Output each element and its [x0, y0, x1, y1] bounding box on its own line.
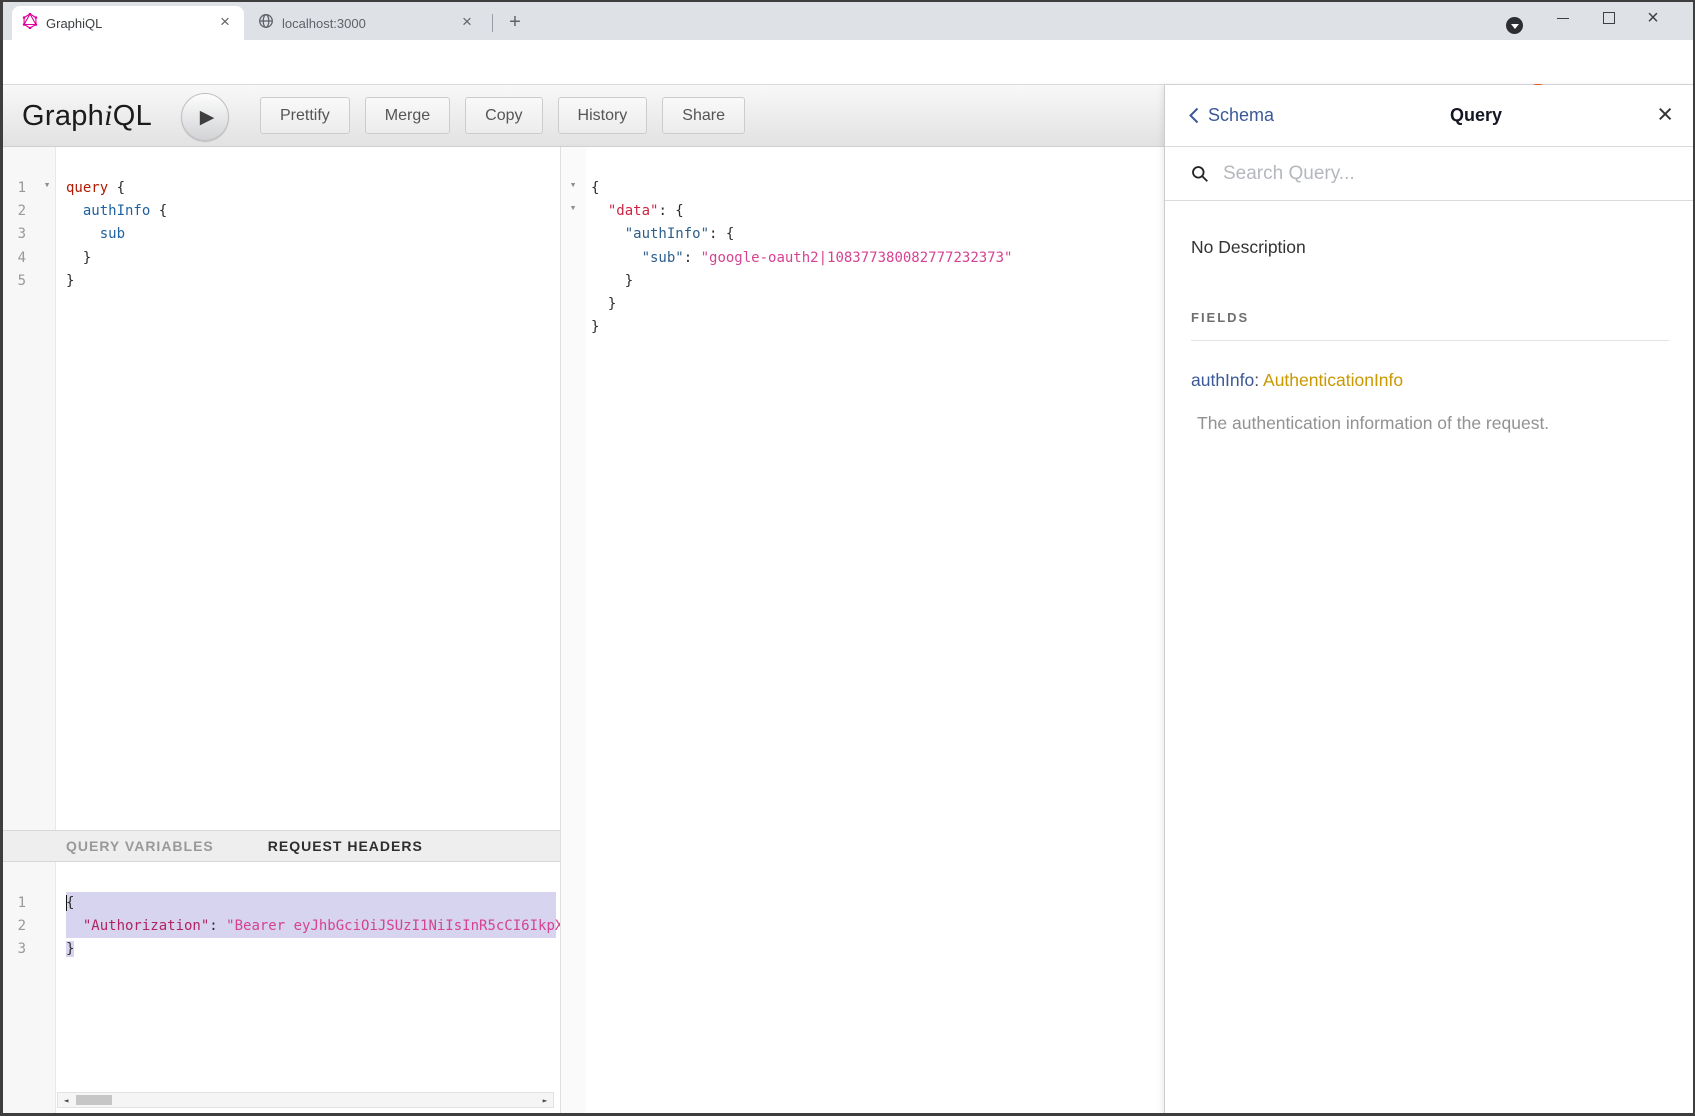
doc-search-bar: [1165, 147, 1695, 201]
code-line: {: [591, 177, 1160, 200]
tab-close-icon[interactable]: ×: [216, 14, 234, 32]
code-line: "data": {: [591, 200, 1160, 223]
secondary-editor-tabbar: QUERY VARIABLES REQUEST HEADERS: [0, 830, 560, 862]
tab-close-icon[interactable]: ×: [458, 14, 476, 32]
field-description: The authentication information of the re…: [1197, 413, 1669, 434]
tab-separator: [492, 14, 493, 32]
doc-body: No Description FIELDS authInfo: Authenti…: [1165, 201, 1695, 434]
line-number: 3: [0, 223, 44, 246]
query-editor[interactable]: 1 2 3 4 5 ▾ query { authInfo { sub } }: [0, 147, 560, 830]
fields-divider: [1191, 340, 1669, 341]
code-line: {: [66, 892, 556, 915]
code-line: authInfo {: [66, 200, 556, 223]
doc-explorer-panel: Schema Query × No Description FIELDS aut…: [1164, 85, 1695, 1116]
doc-title: Query: [1450, 85, 1502, 146]
doc-close-button[interactable]: ×: [1657, 85, 1673, 146]
execute-query-button[interactable]: ▶: [181, 93, 229, 141]
doc-explorer-header: Schema Query ×: [1165, 85, 1695, 147]
doc-back-label: Schema: [1208, 105, 1274, 126]
minimize-button[interactable]: [1548, 4, 1578, 32]
line-number: 2: [0, 915, 44, 938]
code-line: }: [66, 270, 556, 293]
prettify-button[interactable]: Prettify: [260, 97, 350, 134]
maximize-icon: [1603, 12, 1615, 24]
result-viewer: ▾ ▾ { "data": { "authInfo": { "sub": "go…: [560, 147, 1164, 1116]
code-line: }: [591, 293, 1160, 316]
globe-icon: [258, 13, 274, 34]
share-button[interactable]: Share: [662, 97, 745, 134]
tab-search-button[interactable]: [1506, 17, 1523, 34]
graphiql-toolbar-buttons: Prettify Merge Copy History Share: [260, 97, 745, 134]
code-line: "authInfo": {: [591, 223, 1160, 246]
tab-request-headers[interactable]: REQUEST HEADERS: [268, 838, 423, 854]
line-number: 3: [0, 938, 44, 961]
headers-editor-content[interactable]: { "Authorization": "Bearer eyJhbGciOiJSU…: [66, 892, 556, 962]
fields-heading: FIELDS: [1191, 310, 1669, 325]
graphql-logo-icon: [22, 13, 38, 34]
field-separator: :: [1254, 370, 1259, 390]
type-description: No Description: [1191, 237, 1669, 258]
chevron-left-icon: [1189, 107, 1199, 124]
line-number: 5: [0, 270, 44, 293]
scrollbar-thumb[interactable]: [76, 1095, 112, 1105]
fold-arrow-icon[interactable]: ▾: [37, 178, 57, 191]
chevron-down-icon: [1511, 24, 1519, 29]
fold-arrow-icon[interactable]: ▾: [563, 201, 583, 214]
code-line: sub: [66, 223, 556, 246]
field-type-link[interactable]: AuthenticationInfo: [1263, 370, 1403, 390]
graphiql-logo: GraphiQL: [22, 85, 152, 146]
tab-localhost[interactable]: localhost:3000 ×: [248, 6, 486, 40]
doc-search-input[interactable]: [1221, 162, 1625, 186]
play-icon: ▶: [196, 106, 215, 129]
merge-button[interactable]: Merge: [365, 97, 450, 134]
browser-window: GraphiQL × localhost:3000 × + × ← →: [0, 0, 1695, 1116]
history-button[interactable]: History: [558, 97, 648, 134]
tab-title: localhost:3000: [282, 16, 450, 31]
line-number: 4: [0, 247, 44, 270]
tab-query-variables[interactable]: QUERY VARIABLES: [66, 838, 214, 854]
code-line: }: [591, 316, 1160, 339]
code-line: "Authorization": "Bearer eyJhbGciOiJSUzI…: [66, 915, 556, 938]
code-line: }: [66, 938, 556, 961]
line-number: 2: [0, 200, 44, 223]
new-tab-button[interactable]: +: [502, 9, 528, 35]
field-name-link[interactable]: authInfo: [1191, 370, 1254, 390]
result-content: { "data": { "authInfo": { "sub": "google…: [591, 177, 1160, 339]
tab-graphiql[interactable]: GraphiQL ×: [12, 6, 244, 40]
line-number: 1: [0, 892, 44, 915]
horizontal-scrollbar[interactable]: ◄ ►: [57, 1092, 554, 1108]
browser-toolbar: ← → localhost:3000 UD: [0, 40, 1695, 85]
scroll-right-icon[interactable]: ►: [537, 1096, 553, 1105]
field-row: authInfo: AuthenticationInfo: [1191, 370, 1669, 391]
close-icon: ×: [1647, 9, 1659, 27]
request-headers-editor[interactable]: 1 2 3 { "Authorization": "Bearer eyJhbGc…: [0, 862, 560, 1113]
maximize-button[interactable]: [1594, 4, 1624, 32]
headers-editor-gutter: 1 2 3: [0, 862, 56, 1113]
doc-back-link[interactable]: Schema: [1189, 85, 1274, 146]
tab-strip: GraphiQL × localhost:3000 × + ×: [0, 0, 1695, 40]
scroll-left-icon[interactable]: ◄: [58, 1096, 74, 1105]
result-fold-gutter: ▾ ▾: [561, 147, 586, 1116]
code-line: }: [591, 270, 1160, 293]
copy-button[interactable]: Copy: [465, 97, 542, 134]
tab-title: GraphiQL: [46, 16, 208, 31]
fold-arrow-icon[interactable]: ▾: [563, 178, 583, 191]
query-editor-content[interactable]: query { authInfo { sub } }: [66, 177, 556, 293]
code-line: query {: [66, 177, 556, 200]
window-close-button[interactable]: ×: [1638, 4, 1668, 32]
minimize-icon: [1557, 18, 1569, 19]
code-line: "sub": "google-oauth2|108377380082777232…: [591, 247, 1160, 270]
query-editor-gutter: 1 2 3 4 5 ▾: [0, 147, 56, 830]
search-icon: [1191, 165, 1209, 183]
graphiql-toolbar: GraphiQL ▶ Prettify Merge Copy History S…: [0, 85, 1164, 147]
code-line: }: [66, 247, 556, 270]
